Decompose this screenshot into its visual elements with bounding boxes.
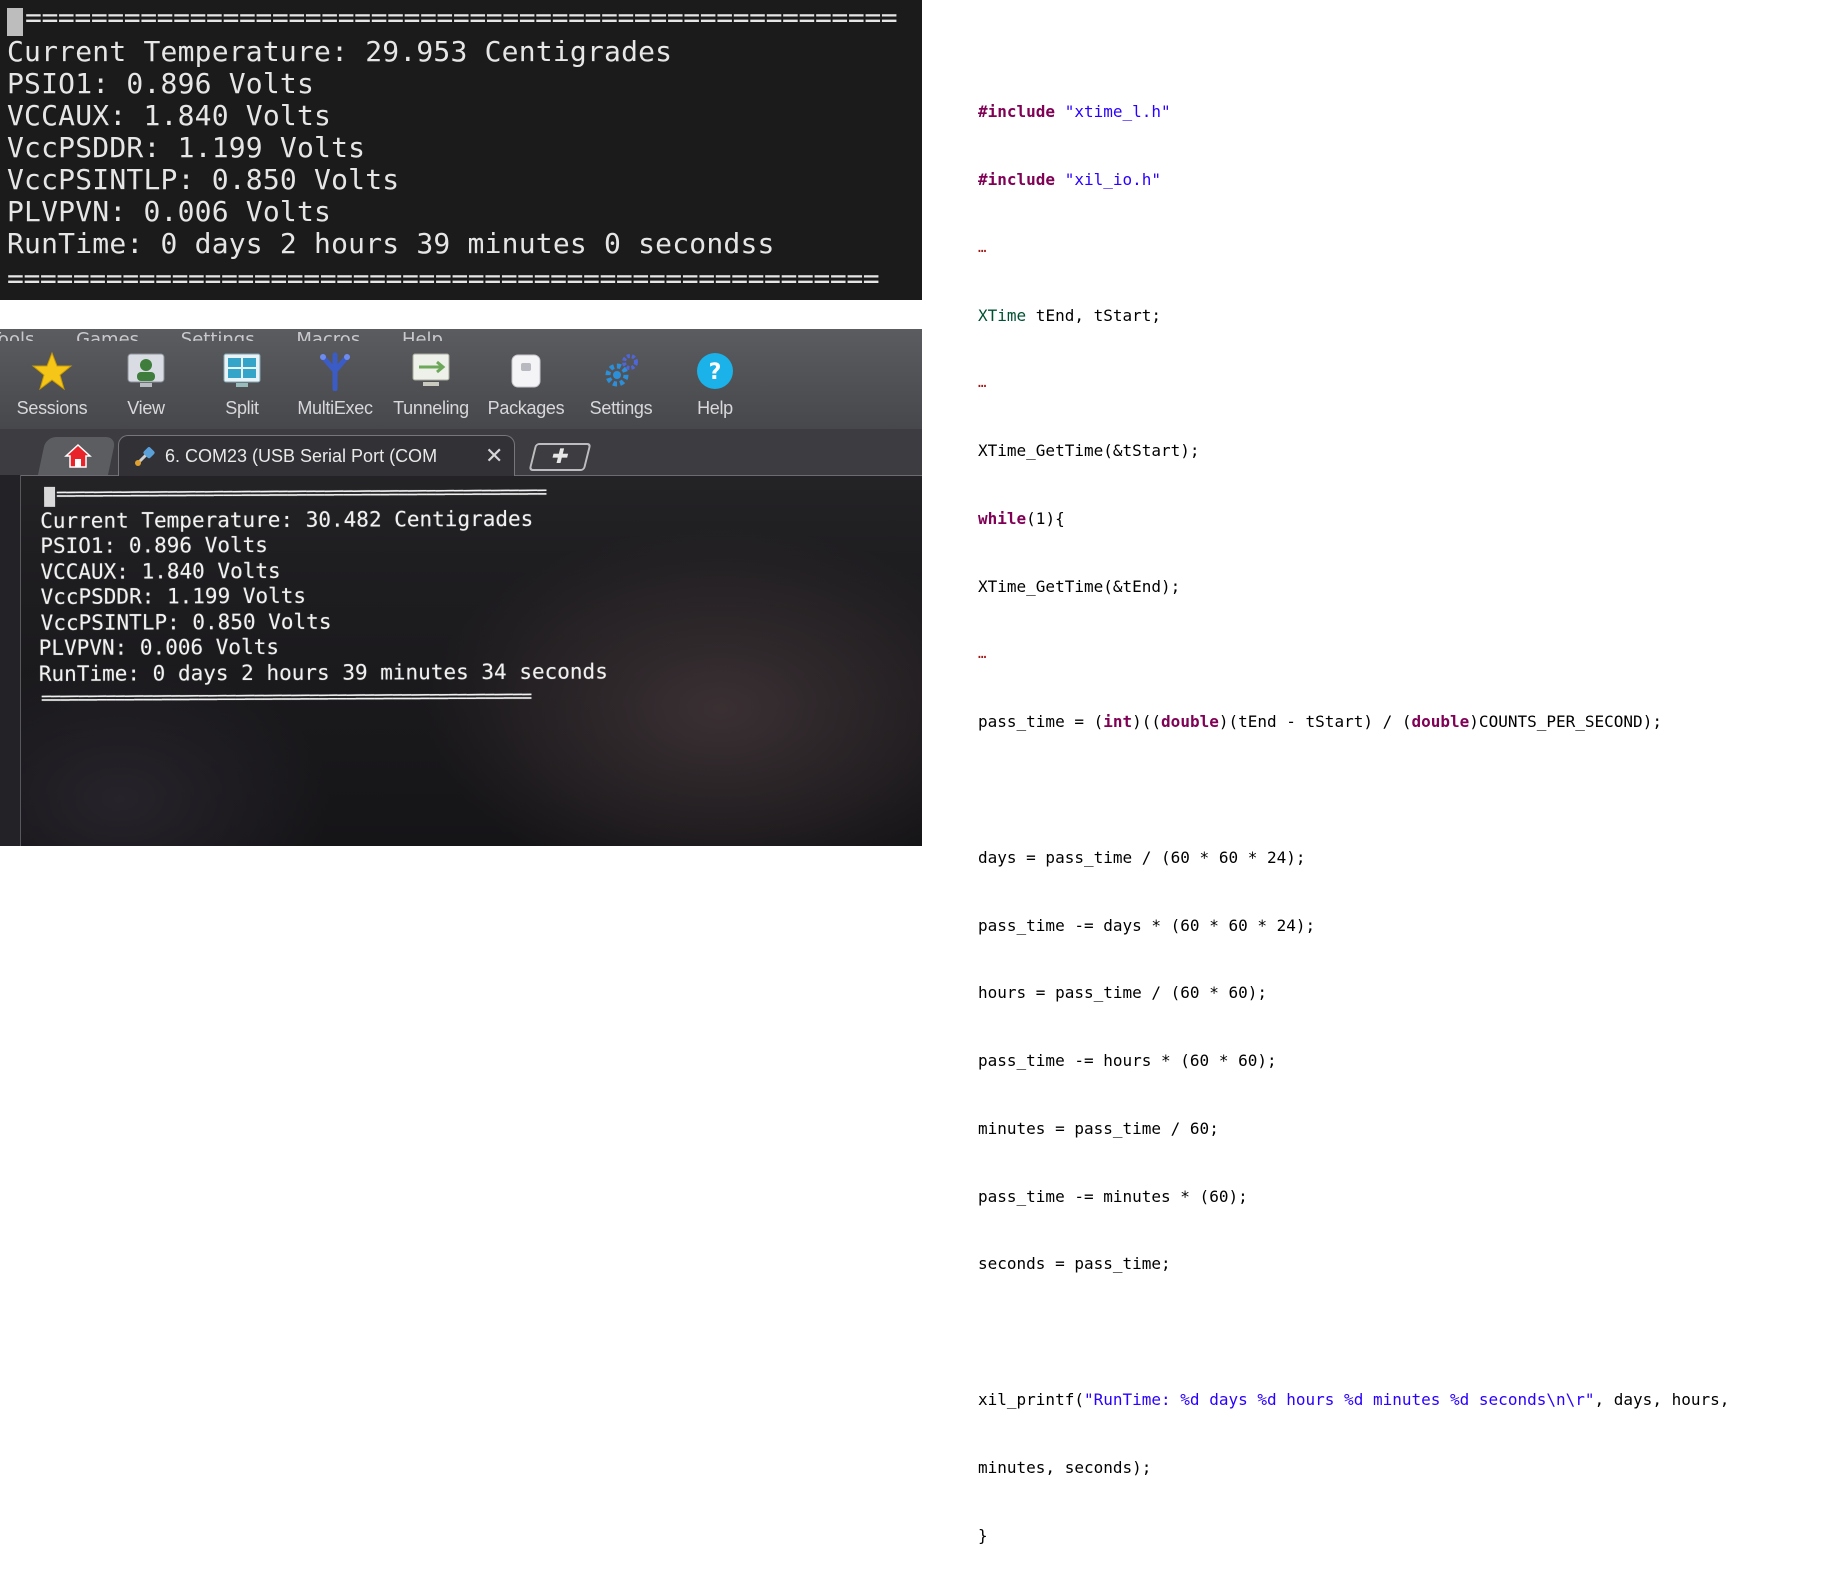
sessions-button[interactable]: Sessions xyxy=(7,351,97,419)
serial-output-screenshot: ========================================… xyxy=(0,0,922,300)
code-line-get-end: XTime_GetTime(&tEnd); xyxy=(978,576,1181,596)
code-line-calc: seconds = pass_time; xyxy=(978,1254,1171,1274)
code-line-close-brace: } xyxy=(978,1525,988,1545)
menu-tools[interactable]: Tools xyxy=(0,329,34,341)
menu-macros[interactable]: Macros xyxy=(296,329,360,341)
menu-settings[interactable]: Settings xyxy=(181,329,255,341)
temperature-line: Current Temperature: 30.482 Centigrades xyxy=(40,506,534,533)
code-line-calc: days = pass_time / (60 * 60 * 24); xyxy=(978,847,1306,867)
multiexec-button[interactable]: MultiExec xyxy=(290,351,380,419)
star-icon xyxy=(30,351,74,391)
separator-top: ========================================… xyxy=(25,1,898,34)
view-button[interactable]: View xyxy=(101,351,191,419)
help-question-icon: ? xyxy=(693,351,737,391)
vccpsintlp-line: VccPSINTLP: 0.850 Volts xyxy=(7,163,400,196)
runtime-line: RunTime: 0 days 2 hours 39 minutes 0 sec… xyxy=(7,227,775,260)
code-line-calc: pass_time -= days * (60 * 60 * 24); xyxy=(978,915,1316,935)
serial-plug-icon xyxy=(135,447,155,466)
plus-icon: ✚ xyxy=(548,444,572,468)
code-line-calc: hours = pass_time / (60 * 60); xyxy=(978,983,1267,1003)
code-line-declaration: XTime tEnd, tStart; xyxy=(978,305,1162,325)
code-ellipsis: … xyxy=(978,239,987,256)
menu-games[interactable]: Games xyxy=(76,329,139,341)
vccpsddr-line: VccPSDDR: 1.199 Volts xyxy=(7,131,366,164)
code-line-calc: pass_time -= minutes * (60); xyxy=(978,1186,1248,1206)
help-button[interactable]: ? Help xyxy=(670,351,760,419)
code-line-get-start: XTime_GetTime(&tStart); xyxy=(978,441,1200,461)
plvpvn-line: PLVPVN: 0.006 Volts xyxy=(38,634,280,660)
mobaxterm-photo: Tools Games Settings Macros Help Session… xyxy=(0,329,922,846)
plvpvn-line: PLVPVN: 0.006 Volts xyxy=(7,195,332,228)
menu-bar: Tools Games Settings Macros Help xyxy=(0,329,922,341)
code-line-include-xtime: #include "xtime_l.h" xyxy=(978,102,1171,122)
code-ellipsis: … xyxy=(978,646,987,663)
code-listing: #include "xtime_l.h" #include "xil_io.h"… xyxy=(978,56,1828,1570)
code-line-printf: xil_printf("RunTime: %d days %d hours %d… xyxy=(978,1390,1730,1410)
toolbar: Tools Games Settings Macros Help Session… xyxy=(0,329,922,429)
menu-help[interactable]: Help xyxy=(402,329,443,341)
separator-bottom: ========================================… xyxy=(7,262,880,295)
tunneling-button[interactable]: Tunneling xyxy=(386,351,476,419)
home-icon xyxy=(64,443,92,468)
package-icon xyxy=(504,351,548,391)
code-ellipsis: … xyxy=(978,375,987,392)
psio1-line: PSIO1: 0.896 Volts xyxy=(40,532,268,558)
svg-text:?: ? xyxy=(709,360,722,385)
code-line-calc: minutes = pass_time / 60; xyxy=(978,1118,1219,1138)
left-panel-edge: OM xyxy=(0,475,21,846)
code-line-printf-args: minutes, seconds); xyxy=(978,1457,1152,1477)
terminal-cursor xyxy=(44,486,56,507)
tunnel-monitor-icon xyxy=(409,351,453,391)
split-button[interactable]: Split xyxy=(197,351,287,419)
user-monitor-icon xyxy=(124,351,168,391)
separator-bottom: ========================================… xyxy=(40,685,531,709)
close-icon[interactable]: ✕ xyxy=(485,444,503,469)
split-grid-icon xyxy=(220,351,264,391)
vccaux-line: VCCAUX: 1.840 Volts xyxy=(7,99,332,132)
psio1-line: PSIO1: 0.896 Volts xyxy=(7,67,315,100)
vccpsintlp-line: VccPSINTLP: 0.850 Volts xyxy=(40,609,332,635)
gears-icon xyxy=(599,351,643,391)
vccpsddr-line: VccPSDDR: 1.199 Volts xyxy=(40,583,307,609)
runtime-line: RunTime: 0 days 2 hours 39 minutes 34 se… xyxy=(38,659,608,686)
tab-bar: 6. COM23 (USB Serial Port (COM ✕ ✚ xyxy=(0,429,922,476)
tab-label: 6. COM23 (USB Serial Port (COM xyxy=(165,446,438,466)
packages-button[interactable]: Packages xyxy=(481,351,571,419)
code-line-include-xil-io: #include "xil_io.h" xyxy=(978,169,1162,189)
terminal-cursor xyxy=(7,8,23,36)
separator-top: ========================================… xyxy=(56,481,546,505)
code-line-while: while(1){ xyxy=(978,508,1065,528)
fork-arrows-icon xyxy=(313,351,357,392)
code-line-calc: pass_time -= hours * (60 * 60); xyxy=(978,1051,1277,1071)
tab-com23[interactable]: 6. COM23 (USB Serial Port (COM ✕ xyxy=(118,435,515,476)
new-tab-button[interactable]: ✚ xyxy=(528,443,592,471)
serial-terminal[interactable]: ========================================… xyxy=(24,471,922,846)
vccaux-line: VCCAUX: 1.840 Volts xyxy=(40,558,281,584)
temperature-line: Current Temperature: 29.953 Centigrades xyxy=(7,35,673,68)
code-line-pass-time: pass_time = (int)((double)(tEnd - tStart… xyxy=(978,712,1662,732)
settings-button[interactable]: Settings xyxy=(576,351,666,419)
